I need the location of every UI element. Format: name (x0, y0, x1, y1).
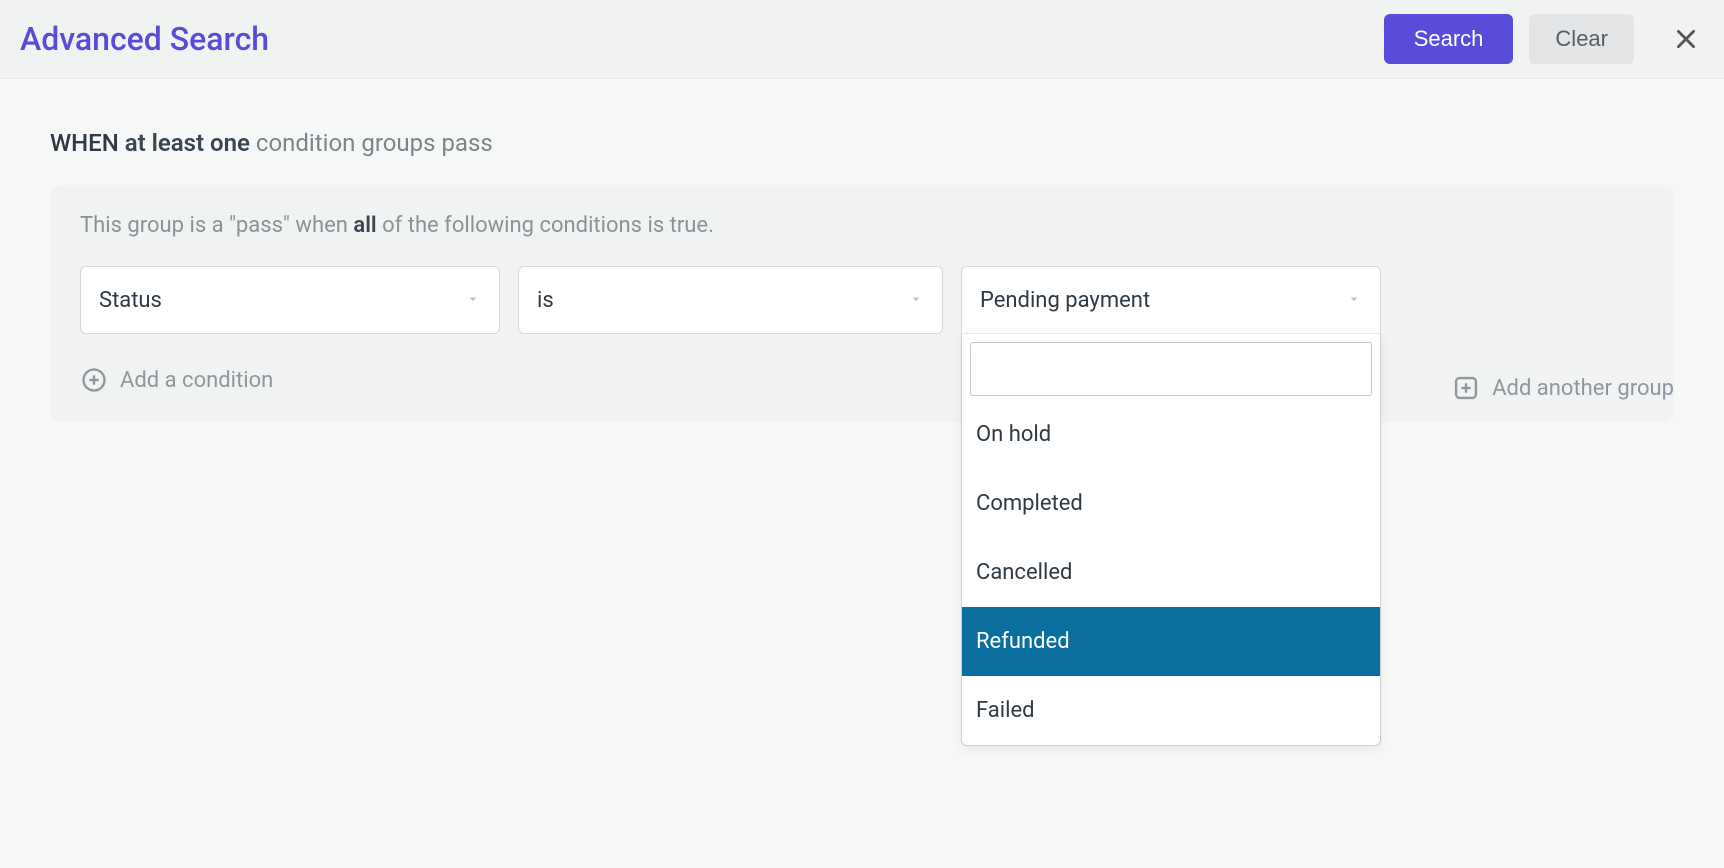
chevron-down-icon (1346, 288, 1362, 313)
when-sentence: WHEN at least one condition groups pass (50, 129, 1674, 157)
when-suffix: condition groups pass (256, 129, 493, 157)
condition-row: Status is Pending payment (80, 266, 1644, 334)
plus-square-icon (1452, 374, 1480, 402)
clear-button[interactable]: Clear (1529, 14, 1634, 64)
search-button[interactable]: Search (1384, 14, 1514, 64)
value-dropdown-panel: On holdCompletedCancelledRefundedFailed (961, 333, 1381, 746)
page-title: Advanced Search (20, 20, 1368, 58)
dropdown-option[interactable]: Refunded (962, 607, 1380, 676)
chevron-down-icon (465, 288, 481, 313)
outer-footer: Add another group (0, 374, 1724, 402)
content-area: WHEN at least one condition groups pass … (0, 79, 1724, 422)
dropdown-option[interactable]: Failed (962, 676, 1380, 745)
header-bar: Advanced Search Search Clear (0, 0, 1724, 79)
dropdown-list[interactable]: On holdCompletedCancelledRefundedFailed (962, 400, 1380, 745)
operator-select-label: is (537, 288, 898, 313)
close-icon[interactable] (1668, 21, 1704, 57)
field-select[interactable]: Status (80, 266, 500, 334)
value-select-label: Pending payment (980, 288, 1336, 313)
group-desc-suffix: of the following conditions is true. (382, 213, 714, 238)
when-mode-dropdown[interactable]: at least one (125, 129, 250, 157)
dropdown-option[interactable]: Cancelled (962, 538, 1380, 607)
dropdown-search-input[interactable] (970, 342, 1372, 396)
dropdown-search-wrap (962, 334, 1380, 400)
when-prefix: WHEN (50, 129, 119, 157)
value-select[interactable]: Pending payment On holdCompletedCancelle… (961, 266, 1381, 334)
add-group-label: Add another group (1492, 376, 1674, 401)
operator-select[interactable]: is (518, 266, 943, 334)
dropdown-option[interactable]: Completed (962, 469, 1380, 538)
group-description: This group is a "pass" when all of the f… (80, 213, 1644, 238)
add-group-button[interactable]: Add another group (1452, 374, 1674, 402)
group-mode-dropdown[interactable]: all (353, 213, 376, 238)
dropdown-option[interactable]: On hold (962, 400, 1380, 469)
group-desc-prefix: This group is a "pass" when (80, 213, 348, 238)
chevron-down-icon (908, 288, 924, 313)
field-select-label: Status (99, 288, 455, 313)
